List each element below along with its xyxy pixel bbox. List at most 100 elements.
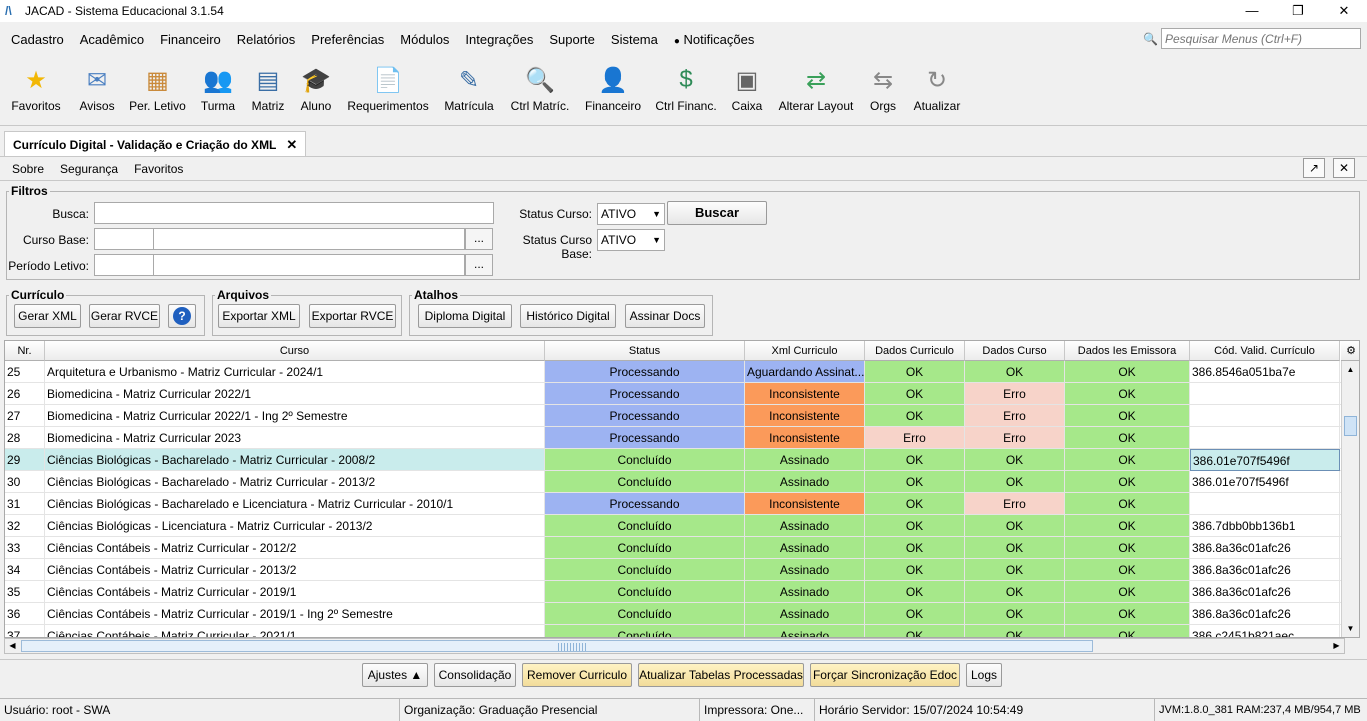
- exportar-rvce-button[interactable]: Exportar RVCE: [309, 304, 396, 328]
- toolbar-button-financeiro[interactable]: 👤 Financeiro: [585, 56, 641, 114]
- menu-search-input[interactable]: [1161, 28, 1361, 49]
- scroll-down-icon[interactable]: ▼: [1342, 620, 1359, 637]
- atualizar-tabelas-button[interactable]: Atualizar Tabelas Processadas: [638, 663, 804, 687]
- column-header[interactable]: Xml Curriculo: [745, 341, 865, 361]
- scroll-right-icon[interactable]: ▶: [1329, 639, 1344, 653]
- column-header[interactable]: Dados Ies Emissora: [1065, 341, 1190, 361]
- menu-academico[interactable]: Acadêmico: [72, 32, 152, 47]
- column-header[interactable]: Curso: [45, 341, 545, 361]
- menu-relatorios[interactable]: Relatórios: [229, 32, 304, 47]
- vertical-scrollbar[interactable]: ▲ ▼: [1341, 361, 1359, 637]
- exportar-xml-button[interactable]: Exportar XML: [218, 304, 300, 328]
- vertical-scroll-thumb[interactable]: [1344, 416, 1357, 436]
- assinar-docs-button[interactable]: Assinar Docs: [625, 304, 705, 328]
- help-button[interactable]: ?: [168, 304, 196, 328]
- toolbar-button-alterar-layout[interactable]: ⇄ Alterar Layout: [778, 56, 854, 114]
- buscar-button[interactable]: Buscar: [667, 201, 767, 225]
- toolbar-button-orgs[interactable]: ⇆ Orgs: [870, 56, 896, 114]
- toolbar-button-avisos[interactable]: ✉ Avisos: [79, 56, 114, 114]
- table-row[interactable]: 31 Ciências Biológicas - Bacharelado e Li…: [5, 493, 1346, 515]
- status-bar: Usuário: root - SWA Organização: Graduaç…: [0, 698, 1367, 721]
- table-cell: Processando: [545, 361, 745, 383]
- curso-base-lookup-button[interactable]: ...: [465, 228, 493, 250]
- toolbar-button-ctrl-matr-c[interactable]: 🔍 Ctrl Matríc.: [510, 56, 570, 114]
- toolbar-button-atualizar[interactable]: ↻ Atualizar: [914, 56, 961, 114]
- toolbar-button-favoritos[interactable]: ★ Favoritos: [11, 56, 60, 114]
- menu-sistema[interactable]: Sistema: [603, 32, 666, 47]
- ajustes-button[interactable]: Ajustes ▲: [362, 663, 428, 687]
- tab-curriculo-digital[interactable]: Currículo Digital - Validação e Criação …: [4, 131, 307, 157]
- table-row[interactable]: 36 Ciências Contábeis - Matriz Curricular…: [5, 603, 1346, 625]
- consolidacao-button[interactable]: Consolidação: [434, 663, 516, 687]
- status-curso-base-select[interactable]: ATIVO ▼: [597, 229, 665, 251]
- historico-digital-button[interactable]: Histórico Digital: [520, 304, 616, 328]
- column-settings-icon[interactable]: ⚙: [1341, 341, 1359, 361]
- table-cell: [1190, 383, 1340, 405]
- toolbar-button-matr-cula[interactable]: ✎ Matrícula: [444, 56, 494, 114]
- table-row[interactable]: 30 Ciências Biológicas - Bacharelado - Ma…: [5, 471, 1346, 493]
- menu-seguranca[interactable]: Segurança: [52, 162, 126, 176]
- table-row[interactable]: 33 Ciências Contábeis - Matriz Curricular…: [5, 537, 1346, 559]
- menu-notificacoes[interactable]: ● Notificações: [666, 32, 762, 47]
- close-window-button[interactable]: ✕: [1321, 0, 1367, 22]
- table-row[interactable]: 37 Ciências Contábeis - Matriz Curricular…: [5, 625, 1346, 637]
- toolbar-button-caixa[interactable]: ▣ Caixa: [732, 56, 763, 114]
- column-header[interactable]: Cód. Valid. Currículo: [1190, 341, 1340, 361]
- menu-sobre[interactable]: Sobre: [0, 162, 52, 176]
- help-icon: ?: [173, 307, 191, 325]
- minimize-button[interactable]: —: [1229, 0, 1275, 22]
- periodo-lookup-button[interactable]: ...: [465, 254, 493, 276]
- forcar-sincronizacao-button[interactable]: Forçar Sincronização Edoc: [810, 663, 960, 687]
- table-row[interactable]: 25 Arquitetura e Urbanismo - Matriz Curri…: [5, 361, 1346, 383]
- star-icon: ★: [25, 66, 47, 94]
- menu-modulos[interactable]: Módulos: [392, 32, 457, 47]
- gerar-xml-button[interactable]: Gerar XML: [14, 304, 81, 328]
- close-tab-icon[interactable]: ✕: [286, 137, 297, 153]
- column-header[interactable]: Nr.: [5, 341, 45, 361]
- periodo-code-input[interactable]: [94, 254, 154, 276]
- table-cell: 34: [5, 559, 45, 581]
- scroll-left-icon[interactable]: ◀: [5, 639, 20, 653]
- table-row[interactable]: 32 Ciências Biológicas - Licenciatura - M…: [5, 515, 1346, 537]
- periodo-name-input[interactable]: [153, 254, 465, 276]
- table-row[interactable]: 26 Biomedicina - Matriz Curricular 2022/1…: [5, 383, 1346, 405]
- horizontal-scrollbar[interactable]: ◀ ▶: [4, 638, 1345, 654]
- column-header[interactable]: Dados Curso: [965, 341, 1065, 361]
- toolbar-button-ctrl-financ[interactable]: $ Ctrl Financ.: [655, 56, 716, 113]
- status-curso-select[interactable]: ATIVO ▼: [597, 203, 665, 225]
- curso-base-name-input[interactable]: [153, 228, 465, 250]
- maximize-button[interactable]: ❐: [1275, 0, 1321, 22]
- table-row[interactable]: 35 Ciências Contábeis - Matriz Curricular…: [5, 581, 1346, 603]
- table-row[interactable]: 28 Biomedicina - Matriz Curricular 2023 Pr…: [5, 427, 1346, 449]
- toolbar-button-aluno[interactable]: 🎓 Aluno: [300, 56, 332, 114]
- column-header[interactable]: Status: [545, 341, 745, 361]
- diploma-digital-button[interactable]: Diploma Digital: [418, 304, 512, 328]
- menu-cadastro[interactable]: Cadastro: [0, 32, 72, 47]
- toolbar-button-matriz[interactable]: ▤ Matriz: [251, 56, 285, 114]
- menu-favoritos[interactable]: Favoritos: [126, 162, 191, 176]
- close-frame-icon[interactable]: ✕: [1333, 158, 1355, 178]
- status-user: Usuário: root - SWA: [0, 699, 400, 721]
- toolbar-button-per-letivo[interactable]: ▦ Per. Letivo: [129, 56, 186, 114]
- busca-input[interactable]: [94, 202, 494, 224]
- column-header[interactable]: Dados Curriculo: [865, 341, 965, 361]
- remover-curriculo-button[interactable]: Remover Curriculo: [522, 663, 632, 687]
- menu-preferencias[interactable]: Preferências: [303, 32, 392, 47]
- logs-button[interactable]: Logs: [966, 663, 1002, 687]
- curso-base-code-input[interactable]: [94, 228, 154, 250]
- table-cell: Assinado: [745, 625, 865, 637]
- menu-financeiro[interactable]: Financeiro: [152, 32, 229, 47]
- table-row[interactable]: 27 Biomedicina - Matriz Curricular 2022/1…: [5, 405, 1346, 427]
- horizontal-scroll-thumb[interactable]: [21, 640, 1093, 652]
- menu-integracoes[interactable]: Integrações: [457, 32, 541, 47]
- table-cell: OK: [1065, 493, 1190, 515]
- table-cell: OK: [1065, 383, 1190, 405]
- toolbar-button-turma[interactable]: 👥 Turma: [200, 56, 236, 114]
- toolbar-button-requerimentos[interactable]: 📄 Requerimentos: [347, 56, 428, 114]
- detach-window-icon[interactable]: ↗: [1303, 158, 1325, 178]
- gerar-rvce-button[interactable]: Gerar RVCE: [89, 304, 160, 328]
- menu-suporte[interactable]: Suporte: [541, 32, 603, 47]
- table-row[interactable]: 34 Ciências Contábeis - Matriz Curricular…: [5, 559, 1346, 581]
- scroll-up-icon[interactable]: ▲: [1342, 361, 1359, 378]
- table-row[interactable]: 29 Ciências Biológicas - Bacharelado - Ma…: [5, 449, 1346, 471]
